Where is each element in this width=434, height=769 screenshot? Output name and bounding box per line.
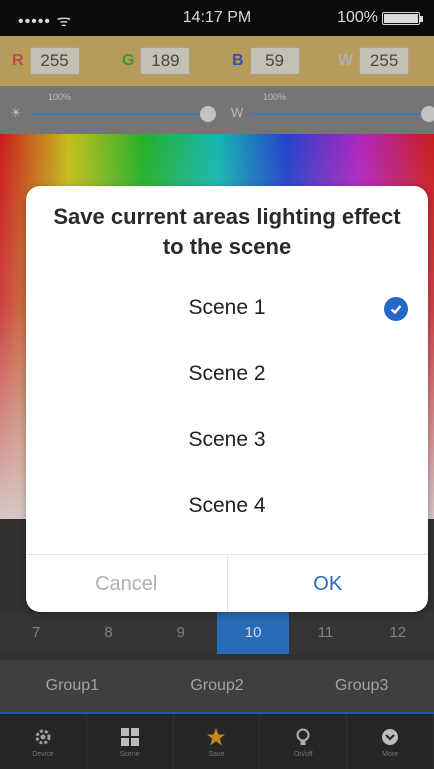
scene-option-label: Scene 4 [188,494,266,517]
scene-option-label: Scene 3 [188,428,266,451]
dialog-title: Save current areas lighting effect to th… [53,204,401,259]
cancel-button[interactable]: Cancel [26,555,228,612]
ok-button[interactable]: OK [228,555,429,612]
scene-option-1[interactable]: Scene 1 [26,280,428,340]
app-screen: ••••• ᯤ 14:17 PM 100% R 255 G 189 B 59 W… [0,0,434,769]
dialog-buttons: Cancel OK [26,554,428,612]
scene-option-3[interactable]: Scene 3 [26,412,428,472]
scene-option-label: Scene 2 [188,362,266,385]
scene-option-label: Scene 1 [188,296,266,319]
checkmark-icon [384,297,408,321]
save-scene-dialog: Save current areas lighting effect to th… [26,186,428,612]
scene-option-2[interactable]: Scene 2 [26,346,428,406]
scene-option-4[interactable]: Scene 4 [26,478,428,538]
